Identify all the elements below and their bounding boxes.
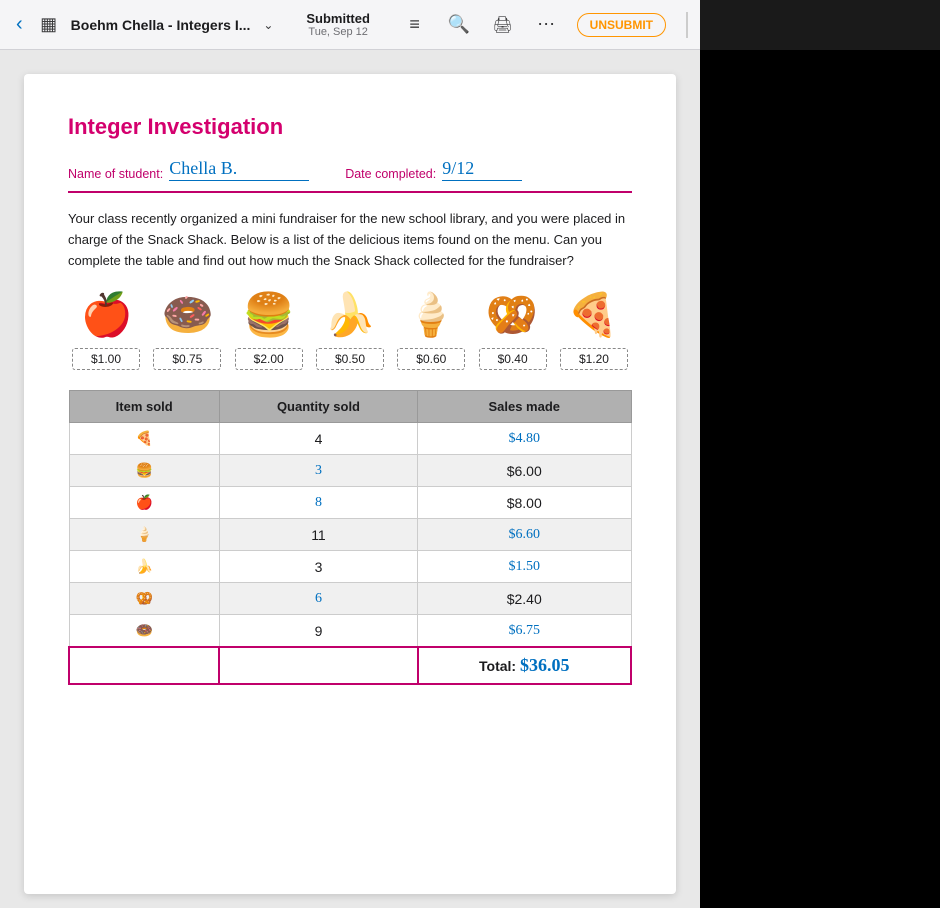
sales-table: Item sold Quantity sold Sales made 🍕 4 $… xyxy=(68,390,632,685)
sidebar-icon: ▦ xyxy=(40,14,57,35)
total-empty-cell2 xyxy=(219,647,417,684)
food-icon-banana: 🍌 xyxy=(315,291,385,340)
sales-cell: $8.00 xyxy=(418,487,632,519)
quantity-cell: 3 xyxy=(219,455,417,487)
item-icon: 🍦 xyxy=(69,519,219,551)
sales-cell: $1.50 xyxy=(418,551,632,583)
main-area: Integer Investigation Name of student: C… xyxy=(0,50,940,908)
total-label: Total: xyxy=(479,658,516,674)
title-group: Boehm Chella - Integers I... ⌄ xyxy=(71,11,283,39)
price-tag-donut: $0.75 xyxy=(153,348,221,370)
table-header-row: Item sold Quantity sold Sales made xyxy=(69,391,631,423)
food-icon-apple: 🍎 xyxy=(72,291,142,340)
price-tag-apple: $1.00 xyxy=(72,348,140,370)
student-name-label: Name of student: xyxy=(68,167,163,181)
print-button[interactable]: 🖨 xyxy=(489,11,517,39)
item-icon: 🍎 xyxy=(69,487,219,519)
toolbar-divider xyxy=(686,12,688,38)
quantity-cell: 6 xyxy=(219,583,417,615)
student-info-row: Name of student: Chella B. Date complete… xyxy=(68,158,632,181)
quantity-cell: 3 xyxy=(219,551,417,583)
price-tag-pretzel: $0.40 xyxy=(479,348,547,370)
back-button[interactable]: ‹ xyxy=(12,11,27,38)
table-row: 🍦 11 $6.60 xyxy=(69,519,631,551)
toolbar: ‹ ▦ Boehm Chella - Integers I... ⌄ Submi… xyxy=(0,0,700,50)
description-text: Your class recently organized a mini fun… xyxy=(68,209,632,271)
food-icon-pizza: 🍕 xyxy=(558,291,628,340)
col-header-item: Item sold xyxy=(69,391,219,423)
food-icon-pretzel: 🥨 xyxy=(477,291,547,340)
date-label: Date completed: xyxy=(345,167,436,181)
col-header-sales: Sales made xyxy=(418,391,632,423)
student-name-value: Chella B. xyxy=(169,158,309,181)
item-icon: 🍔 xyxy=(69,455,219,487)
table-row: 🥨 6 $2.40 xyxy=(69,583,631,615)
toolbar-icons: ≡ 🔍 🖨 ⋯ UNSUBMIT xyxy=(401,11,688,39)
total-cell: Total: $36.05 xyxy=(418,647,632,684)
sales-cell: $6.75 xyxy=(418,615,632,648)
food-icon-burger: 🍔 xyxy=(234,291,304,340)
price-tag-pizza: $1.20 xyxy=(560,348,628,370)
table-row: 🍌 3 $1.50 xyxy=(69,551,631,583)
submission-status-group: Submitted Tue, Sep 12 xyxy=(306,11,370,38)
more-button[interactable]: ⋯ xyxy=(533,11,561,39)
table-row: 🍔 3 $6.00 xyxy=(69,455,631,487)
quantity-cell: 11 xyxy=(219,519,417,551)
total-row: Total: $36.05 xyxy=(69,647,631,684)
sales-cell: $4.80 xyxy=(418,423,632,455)
side-panel xyxy=(700,50,940,908)
document-title: Boehm Chella - Integers I... xyxy=(71,17,251,33)
divider xyxy=(68,191,632,193)
sidebar-toggle-button[interactable]: ▦ xyxy=(35,11,63,39)
sales-cell: $6.00 xyxy=(418,455,632,487)
quantity-cell: 8 xyxy=(219,487,417,519)
col-header-quantity: Quantity sold xyxy=(219,391,417,423)
sales-cell: $2.40 xyxy=(418,583,632,615)
table-row: 🍩 9 $6.75 xyxy=(69,615,631,648)
quantity-cell: 4 xyxy=(219,423,417,455)
item-icon: 🍌 xyxy=(69,551,219,583)
food-icons-row: 🍎 🍩 🍔 🍌 🍦 🥨 🍕 xyxy=(68,291,632,340)
item-icon: 🍕 xyxy=(69,423,219,455)
price-tag-burger: $2.00 xyxy=(235,348,303,370)
submitted-date: Tue, Sep 12 xyxy=(308,26,368,38)
date-value: 9/12 xyxy=(442,158,522,181)
table-row: 🍎 8 $8.00 xyxy=(69,487,631,519)
sales-cell: $6.60 xyxy=(418,519,632,551)
back-icon: ‹ xyxy=(16,13,23,35)
item-icon: 🍩 xyxy=(69,615,219,648)
price-tag-icecream: $0.60 xyxy=(397,348,465,370)
total-value: $36.05 xyxy=(520,655,570,675)
item-icon: 🥨 xyxy=(69,583,219,615)
quantity-cell: 9 xyxy=(219,615,417,648)
unsubmit-button[interactable]: UNSUBMIT xyxy=(577,13,666,37)
table-row: 🍕 4 $4.80 xyxy=(69,423,631,455)
page: Integer Investigation Name of student: C… xyxy=(24,74,676,894)
food-icon-donut: 🍩 xyxy=(153,291,223,340)
price-tags-row: $1.00 $0.75 $2.00 $0.50 $0.60 $0.40 $1.2… xyxy=(68,348,632,370)
title-dropdown-button[interactable]: ⌄ xyxy=(254,11,282,39)
document-title-heading: Integer Investigation xyxy=(68,114,632,140)
document-panel: Integer Investigation Name of student: C… xyxy=(0,50,700,908)
food-icon-icecream: 🍦 xyxy=(396,291,466,340)
list-button[interactable]: ≡ xyxy=(401,11,429,39)
search-button[interactable]: 🔍 xyxy=(445,11,473,39)
total-empty-cell xyxy=(69,647,219,684)
submitted-label: Submitted xyxy=(306,11,370,26)
price-tag-banana: $0.50 xyxy=(316,348,384,370)
